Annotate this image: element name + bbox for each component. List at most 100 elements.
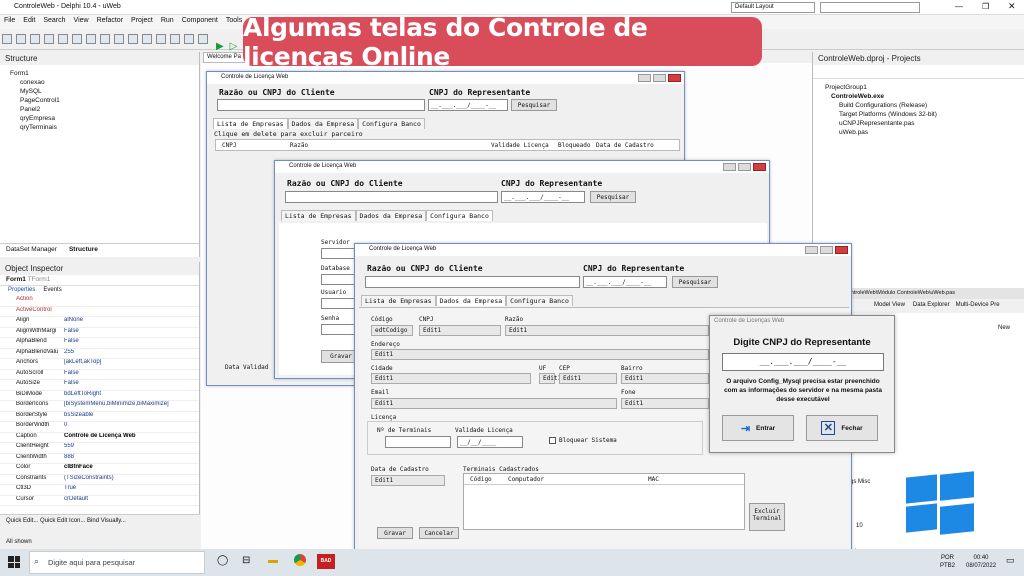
project-tree-item[interactable]: Build Configurations (Release) <box>825 101 1024 110</box>
property-row[interactable]: ClientHeight 559 <box>0 443 199 454</box>
property-row[interactable]: BorderStyle bsSizeable <box>0 412 199 422</box>
tree-item[interactable]: Form1 <box>10 69 199 78</box>
property-row[interactable]: Cursor crDefault <box>0 496 199 506</box>
close-icon[interactable] <box>753 163 766 171</box>
maximize-icon[interactable] <box>653 74 666 82</box>
terminais-input[interactable] <box>385 436 451 448</box>
undo-icon[interactable] <box>72 34 82 44</box>
project-tree-item[interactable]: ProjectGroup1 <box>825 83 1024 92</box>
close-file-icon[interactable] <box>58 34 68 44</box>
compile-icon[interactable] <box>142 34 152 44</box>
tab-dataset-manager[interactable]: DataSet Manager <box>0 244 63 256</box>
language-indicator[interactable]: POR PTB2 <box>940 554 955 570</box>
bloquear-checkbox[interactable] <box>549 437 556 444</box>
property-row[interactable]: Caption Controle de Licença Web <box>0 433 199 443</box>
build-icon[interactable] <box>128 34 138 44</box>
tab-events[interactable]: Events <box>43 287 61 293</box>
tab-dados[interactable]: Dados da Empresa <box>355 210 427 221</box>
property-row[interactable]: BorderWidth 0 <box>0 422 199 433</box>
minimize-icon[interactable] <box>723 163 736 171</box>
menu-item[interactable]: Component <box>178 15 222 26</box>
gravar-button[interactable]: Gravar <box>377 527 413 539</box>
rep-cnpj-input[interactable]: __.___.___/____-__ <box>501 191 585 203</box>
taskbar-search[interactable]: ⌕ Digite aqui para pesquisar <box>29 551 205 574</box>
validade-input[interactable]: __/__/____ <box>457 436 523 448</box>
tab-structure[interactable]: Structure <box>62 244 104 256</box>
forms-icon[interactable] <box>184 34 194 44</box>
property-row[interactable]: Constraints (TSizeConstraints) <box>0 475 199 485</box>
property-row[interactable]: BorderIcons [biSystemMenu,biMinimize,biMa… <box>0 401 199 412</box>
search-button[interactable]: Pesquisar <box>672 276 718 288</box>
menu-item[interactable]: Refactor <box>93 15 127 26</box>
tab-empresas[interactable]: Lista de Empresas <box>361 295 436 306</box>
project-tree-item[interactable]: uCNPJRepresentante.pas <box>825 119 1024 128</box>
delphi-icon[interactable]: BAD <box>317 554 335 569</box>
redo-icon[interactable] <box>86 34 96 44</box>
fone-input[interactable]: Edit1 <box>621 398 709 409</box>
tab-config[interactable]: Configura Banco <box>358 118 425 129</box>
razao-input[interactable]: Edit1 <box>505 325 709 336</box>
project-tree-item[interactable]: uWeb.pas <box>825 128 1024 137</box>
tab-properties[interactable]: Properties <box>8 287 35 293</box>
property-row[interactable]: Align alNone <box>0 317 199 328</box>
minimize-icon[interactable] <box>805 246 818 254</box>
property-row[interactable]: AutoSize False <box>0 380 199 391</box>
tree-item[interactable]: Panel2 <box>10 105 199 114</box>
search-button[interactable]: Pesquisar <box>590 191 636 203</box>
close-icon[interactable]: ✕ <box>1008 1 1016 12</box>
project-tree-item[interactable]: ControleWeb.exe <box>825 92 1024 101</box>
property-row[interactable]: AlphaBlend False <box>0 338 199 349</box>
property-row[interactable]: Action <box>0 296 199 307</box>
endereco-input[interactable]: Edit1 <box>371 349 709 360</box>
file-explorer-icon[interactable]: ▬ <box>268 555 278 566</box>
quick-edit-links[interactable]: Quick Edit... Quick Edit Icon... Bind Vi… <box>0 515 200 527</box>
tab-dados[interactable]: Dados da Empresa <box>435 295 507 306</box>
close-icon[interactable] <box>835 246 848 254</box>
property-row[interactable]: ClientWidth 888 <box>0 454 199 464</box>
save-icon[interactable] <box>30 34 40 44</box>
tab-config[interactable]: Configura Banco <box>506 295 573 306</box>
tree-item[interactable]: qryTerminais <box>10 123 199 132</box>
inspector-component-select[interactable]: Form1 TForm1 <box>0 275 199 286</box>
maximize-icon[interactable] <box>820 246 833 254</box>
project-icon[interactable] <box>100 34 110 44</box>
minimize-icon[interactable]: — <box>955 2 963 11</box>
view-icon[interactable] <box>156 34 166 44</box>
property-row[interactable]: AutoScroll False <box>0 370 199 380</box>
client-input[interactable] <box>365 276 580 288</box>
project-tree-item[interactable]: Target Platforms (Windows 32-bit) <box>825 110 1024 119</box>
ide-search-input[interactable] <box>820 2 920 13</box>
dialog-cnpj-input[interactable]: __.___.___/____-__ <box>722 353 884 371</box>
cidade-input[interactable]: Edit1 <box>371 373 531 384</box>
close-icon[interactable] <box>668 74 681 82</box>
client-input[interactable] <box>285 191 498 203</box>
minimize-icon[interactable] <box>638 74 651 82</box>
tree-item[interactable]: MySQL <box>10 87 199 96</box>
property-row[interactable]: AlignWithMargi False <box>0 328 199 338</box>
property-row[interactable]: ActiveControl <box>0 307 199 317</box>
tab-dados[interactable]: Dados da Empresa <box>287 118 359 129</box>
property-row[interactable]: AlphaBlendValu 255 <box>0 349 199 359</box>
units-icon[interactable] <box>170 34 180 44</box>
rep-cnpj-input[interactable]: __.___.___/____-__ <box>428 99 508 111</box>
tab-config[interactable]: Configura Banco <box>426 210 493 221</box>
data-cadastro-input[interactable]: Edit1 <box>371 475 445 486</box>
menu-item[interactable]: Edit <box>19 15 39 26</box>
maximize-icon[interactable] <box>738 163 751 171</box>
task-switch-icon[interactable]: ⊟ <box>242 555 250 566</box>
save-all-icon[interactable] <box>44 34 54 44</box>
run-icon[interactable]: ▶ <box>216 41 224 52</box>
tree-item[interactable]: conexao <box>10 78 199 87</box>
layout-select[interactable]: Default Layout <box>731 2 815 13</box>
search-button[interactable]: Pesquisar <box>511 99 557 111</box>
tab-empresas[interactable]: Lista de Empresas <box>213 118 288 129</box>
codigo-input[interactable]: edtCodigo <box>371 325 413 336</box>
property-row[interactable]: Ctl3D True <box>0 485 199 496</box>
clock[interactable]: 00:40 08/07/2022 <box>966 554 996 570</box>
property-row[interactable]: BiDiMode bdLeftToRight <box>0 391 199 401</box>
menu-item[interactable]: File <box>0 15 19 26</box>
menu-item[interactable]: Run <box>157 15 178 26</box>
cancelar-button[interactable]: Cancelar <box>419 527 459 539</box>
menu-item[interactable]: Project <box>127 15 157 26</box>
tab-empresas[interactable]: Lista de Empresas <box>281 210 356 221</box>
